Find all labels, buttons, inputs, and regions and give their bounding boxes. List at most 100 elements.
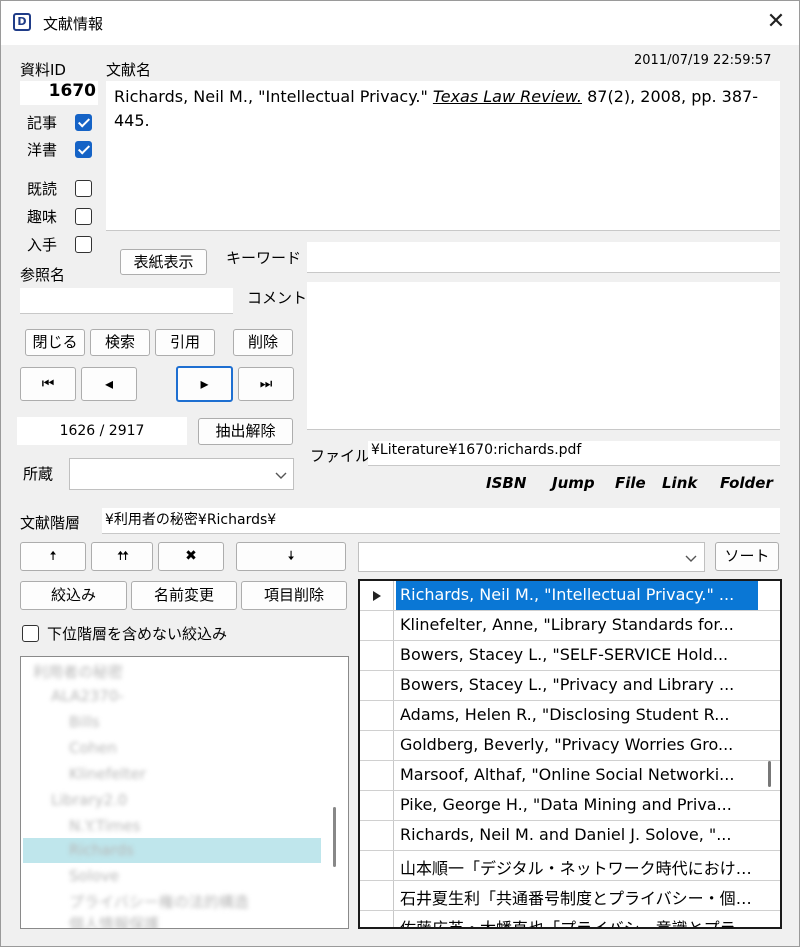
checkbox-foreign-book[interactable] <box>75 141 92 158</box>
sort-button[interactable]: ソート <box>715 542 779 571</box>
last-icon: ⏭ <box>259 376 273 392</box>
holding-label: 所蔵 <box>23 465 54 483</box>
arrow-up-icon: 🠅 <box>49 549 57 564</box>
row-cell[interactable]: Pike, George H., "Data Mining and Priva.… <box>396 791 758 820</box>
tree-selected-highlight <box>23 838 321 863</box>
tree-scrollbar[interactable] <box>333 807 336 867</box>
move-up-button[interactable]: 🠅 <box>20 542 86 571</box>
chevron-down-icon <box>275 472 287 479</box>
row-cell[interactable]: Richards, Neil M. and Daniel J. Solove, … <box>396 821 758 850</box>
hierarchy-label: 文献階層 <box>20 514 81 532</box>
table-row[interactable]: Marsoof, Althaf, "Online Social Networki… <box>360 761 780 791</box>
next-record-button[interactable]: ▸ <box>176 366 233 402</box>
extract-clear-button[interactable]: 抽出解除 <box>198 418 293 445</box>
close-icon[interactable]: ✕ <box>761 7 791 37</box>
tree-node[interactable]: N.Y.Times <box>69 817 140 835</box>
check-label-hobby: 趣味 <box>27 208 58 226</box>
close-button[interactable]: 閉じる <box>25 329 85 356</box>
grid-scrollbar[interactable] <box>768 761 771 787</box>
tree-node-selected[interactable]: Richards <box>69 841 134 859</box>
table-row[interactable]: Bowers, Stacey L., "SELF-SERVICE Hold... <box>360 641 780 671</box>
ref-name-field[interactable] <box>20 288 233 314</box>
ref-name-label: 参照名 <box>20 266 66 284</box>
checkbox-read[interactable] <box>75 180 92 197</box>
tree-node[interactable]: 利用者の秘密 <box>33 661 123 682</box>
check-label-acquired: 入手 <box>27 236 58 254</box>
row-cell[interactable]: Bowers, Stacey L., "Privacy and Library … <box>396 671 758 700</box>
row-cell[interactable]: Klinefelter, Anne, "Library Standards fo… <box>396 611 758 640</box>
move-top-button[interactable]: 🠅🠅 <box>91 542 153 571</box>
app-icon: D <box>13 13 31 31</box>
row-header <box>360 731 394 760</box>
tree-node[interactable]: ALA2370- <box>51 687 124 705</box>
tree-node[interactable]: 個人情報保護 <box>69 913 159 928</box>
prev-icon: ◂ <box>104 374 114 393</box>
delete-button[interactable]: 削除 <box>233 329 293 356</box>
table-row[interactable]: Klinefelter, Anne, "Library Standards fo… <box>360 611 780 641</box>
tree-node[interactable]: Klinefelter <box>69 765 146 783</box>
row-cell[interactable]: 佐藤広英・太幡直也「プライバシー意識とプライバ <box>396 911 758 927</box>
remove-from-hierarchy-button[interactable]: ✖ <box>158 542 224 571</box>
row-cell[interactable]: Richards, Neil M., "Intellectual Privacy… <box>396 581 758 610</box>
checkbox-article[interactable] <box>75 114 92 131</box>
checkbox-hobby[interactable] <box>75 208 92 225</box>
row-cell[interactable]: 石井夏生利「共通番号制度とプライバシー・個人... <box>396 881 758 910</box>
hierarchy-tree[interactable]: 利用者の秘密 ALA2370- Bills Cohen Klinefelter … <box>20 656 349 929</box>
table-row[interactable]: Pike, George H., "Data Mining and Priva.… <box>360 791 780 821</box>
tree-node[interactable]: Solove <box>69 867 119 885</box>
exclude-sub-label: 下位階層を含めない絞込み <box>47 625 228 643</box>
cover-display-button[interactable]: 表紙表示 <box>120 249 207 275</box>
table-row[interactable]: Richards, Neil M., "Intellectual Privacy… <box>360 581 780 611</box>
filter-button[interactable]: 絞込み <box>20 581 127 610</box>
table-row[interactable]: Bowers, Stacey L., "Privacy and Library … <box>360 671 780 701</box>
first-record-button[interactable]: ⏮ <box>20 367 76 401</box>
row-cell[interactable]: Marsoof, Althaf, "Online Social Networki… <box>396 761 758 790</box>
row-cell[interactable]: 山本順一「デジタル・ネットワーク時代におけるプラ... <box>396 851 758 880</box>
file-label: ファイル <box>310 447 371 465</box>
table-row[interactable]: 佐藤広英・太幡直也「プライバシー意識とプライバ <box>360 911 780 927</box>
row-header <box>360 701 394 730</box>
sort-field-dropdown[interactable] <box>358 542 705 572</box>
move-down-button[interactable]: 🠇 <box>236 542 346 571</box>
table-row[interactable]: 山本順一「デジタル・ネットワーク時代におけるプラ... <box>360 851 780 881</box>
tree-node[interactable]: Bills <box>69 713 100 731</box>
exclude-sub-checkbox[interactable] <box>22 625 39 642</box>
comment-label: コメント <box>247 289 308 307</box>
last-record-button[interactable]: ⏭ <box>238 367 294 401</box>
document-list-grid[interactable]: Richards, Neil M., "Intellectual Privacy… <box>358 579 782 929</box>
link-link[interactable]: Link <box>662 474 697 492</box>
table-row[interactable]: Richards, Neil M. and Daniel J. Solove, … <box>360 821 780 851</box>
holding-dropdown[interactable] <box>69 458 294 490</box>
row-header <box>360 821 394 850</box>
row-cell[interactable]: Adams, Helen R., "Disclosing Student R..… <box>396 701 758 730</box>
row-cell[interactable]: Goldberg, Beverly, "Privacy Worries Gro.… <box>396 731 758 760</box>
checkbox-acquired[interactable] <box>75 236 92 253</box>
next-icon: ▸ <box>200 374 209 393</box>
citation-field[interactable]: Richards, Neil M., "Intellectual Privacy… <box>106 81 780 231</box>
row-header <box>360 851 394 880</box>
row-cell[interactable]: Bowers, Stacey L., "SELF-SERVICE Hold... <box>396 641 758 670</box>
isbn-link[interactable]: ISBN <box>486 474 526 492</box>
folder-link[interactable]: Folder <box>720 474 773 492</box>
delete-item-button[interactable]: 項目削除 <box>241 581 347 610</box>
search-button[interactable]: 検索 <box>90 329 150 356</box>
rename-button[interactable]: 名前変更 <box>131 581 237 610</box>
table-row[interactable]: Goldberg, Beverly, "Privacy Worries Gro.… <box>360 731 780 761</box>
prev-record-button[interactable]: ◂ <box>81 367 137 401</box>
timestamp: 2011/07/19 22:59:57 <box>634 53 772 68</box>
tree-node[interactable]: Cohen <box>69 739 117 757</box>
table-row[interactable]: 石井夏生利「共通番号制度とプライバシー・個人... <box>360 881 780 911</box>
comment-field[interactable] <box>307 282 780 430</box>
tree-node[interactable]: プライバシー権の法的構造 <box>69 891 249 912</box>
tree-node[interactable]: Library2.0 <box>51 791 127 809</box>
first-icon: ⏮ <box>41 376 55 392</box>
row-header <box>360 791 394 820</box>
file-field[interactable]: ¥Literature¥1670:richards.pdf <box>368 441 780 466</box>
jump-link[interactable]: Jump <box>552 474 595 492</box>
cite-button[interactable]: 引用 <box>155 329 215 356</box>
table-row[interactable]: Adams, Helen R., "Disclosing Student R..… <box>360 701 780 731</box>
hierarchy-path-field[interactable]: ¥利用者の秘密¥Richards¥ <box>102 508 780 534</box>
file-link[interactable]: File <box>615 474 646 492</box>
window-title: 文献情報 <box>43 15 104 33</box>
keyword-field[interactable] <box>307 242 780 273</box>
